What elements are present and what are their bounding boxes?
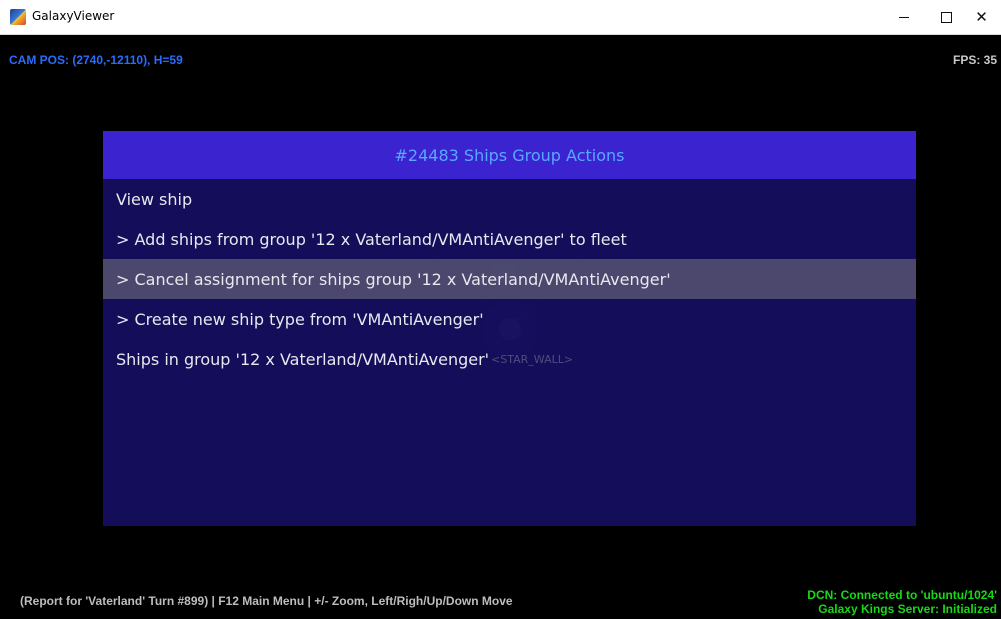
- minimize-button[interactable]: [882, 0, 926, 34]
- menu-item-view-ship[interactable]: View ship: [103, 179, 916, 219]
- connection-status-line: DCN: Connected to 'ubuntu/1024': [807, 588, 997, 602]
- star-name-label: <STAR_WALL>: [491, 352, 574, 366]
- close-icon: ✕: [975, 8, 988, 26]
- menu-item-ships-in-group-label: Ships in group '12 x Vaterland/VMAntiAve…: [116, 349, 490, 369]
- fps-counter: FPS: 35: [952, 53, 997, 67]
- galaxy-app-icon: [10, 9, 26, 25]
- menu-item-cancel-assignment[interactable]: > Cancel assignment for ships group '12 …: [103, 259, 916, 299]
- window-title: GalaxyViewer: [32, 9, 115, 23]
- minimize-icon: [899, 16, 909, 18]
- galaxy-viewport[interactable]: CAM POS: (2740,-12110), H=59 FPS: 35 #24…: [0, 35, 1001, 619]
- status-help-text: (Report for 'Vaterland' Turn #899) | F12…: [20, 594, 513, 608]
- connection-status: DCN: Connected to 'ubuntu/1024' Galaxy K…: [807, 588, 997, 616]
- server-status-line: Galaxy Kings Server: Initialized: [818, 602, 997, 616]
- menu-item-ships-in-group[interactable]: Ships in group '12 x Vaterland/VMAntiAve…: [103, 339, 916, 379]
- menu-item-create-ship-type[interactable]: > Create new ship type from 'VMAntiAveng…: [103, 299, 916, 339]
- ships-group-actions-dialog: #24483 Ships Group Actions View ship > A…: [103, 131, 916, 526]
- window-titlebar: GalaxyViewer ✕: [0, 0, 1001, 35]
- close-button[interactable]: ✕: [962, 0, 1001, 34]
- dialog-title: #24483 Ships Group Actions: [103, 131, 916, 179]
- camera-position-readout: CAM POS: (2740,-12110), H=59: [9, 53, 183, 67]
- maximize-icon: [940, 11, 952, 23]
- menu-item-add-to-fleet[interactable]: > Add ships from group '12 x Vaterland/V…: [103, 219, 916, 259]
